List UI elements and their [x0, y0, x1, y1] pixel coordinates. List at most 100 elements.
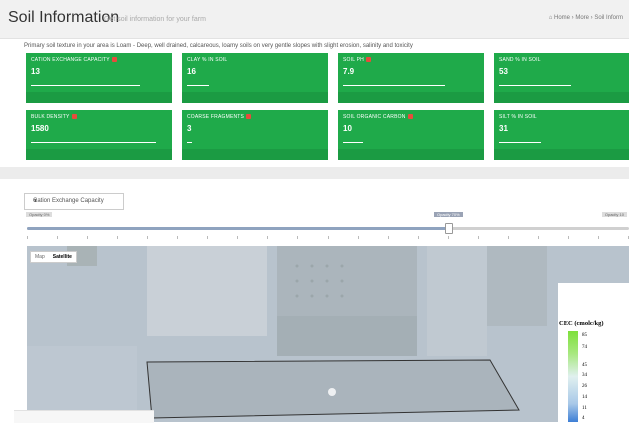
slider-tick: [147, 236, 149, 239]
stat-card-label-text: SOIL PH: [343, 57, 364, 63]
satellite-imagery: [27, 246, 629, 422]
slider-tick: [327, 236, 329, 239]
stat-card-label: SOIL PH: [343, 57, 371, 63]
slider-tick: [447, 236, 449, 239]
stat-card-label-text: SILT % IN SOIL: [499, 114, 537, 120]
field-marker-icon: [328, 388, 336, 396]
question-icon[interactable]: [71, 114, 77, 120]
stat-card-label-text: CLAY % IN SOIL: [187, 57, 228, 63]
opacity-max-label: Opacity 10: [601, 212, 627, 217]
soil-texture-summary: Primary soil texture in your area is Loa…: [24, 43, 413, 49]
stat-card-footer: [26, 92, 172, 103]
legend-tick: 4: [582, 416, 585, 421]
stat-card-progress: [343, 85, 445, 86]
stat-card-label-text: BULK DENSITY: [31, 114, 70, 120]
slider-tick: [357, 236, 359, 239]
stat-card: BULK DENSITY 1580: [26, 110, 172, 160]
stat-card-label: COARSE FRAGMENTS: [187, 114, 252, 120]
stat-card-value: 7.9: [343, 67, 355, 76]
question-icon[interactable]: [365, 57, 371, 63]
slider-tick: [417, 236, 419, 239]
page-title: Soil Information: [8, 9, 120, 26]
slider-tick: [597, 236, 599, 239]
stat-card-label: BULK DENSITY: [31, 114, 77, 120]
page-subtitle: Get soil information for your farm: [104, 16, 206, 23]
breadcrumb[interactable]: ⌂ Home › More › Soil Inform: [549, 15, 623, 21]
stat-card-label: SILT % IN SOIL: [499, 114, 537, 120]
satellite-map[interactable]: Map Satellite: [27, 246, 629, 422]
map-tab-satellite[interactable]: Satellite: [49, 252, 76, 262]
legend-tick: 74: [582, 345, 587, 350]
stat-card-value: 53: [499, 67, 508, 76]
stat-card: SOIL ORGANIC CARBON 10: [338, 110, 484, 160]
stat-card-label-text: CATION EXCHANGE CAPACITY: [31, 57, 110, 63]
opacity-slider-fill: [27, 227, 449, 230]
slider-tick: [267, 236, 269, 239]
slider-tick: [567, 236, 569, 239]
stat-card-label: SOIL ORGANIC CARBON: [343, 114, 413, 120]
legend-title: CEC (cmolc/kg): [559, 320, 604, 327]
question-icon[interactable]: [111, 57, 117, 63]
stat-card-value: 31: [499, 124, 508, 133]
legend-tick: 26: [582, 384, 587, 389]
opacity-current-label: Opacity 70%: [434, 212, 463, 217]
stat-card-value: 16: [187, 67, 196, 76]
stat-card-value: 10: [343, 124, 352, 133]
stat-card-label: CATION EXCHANGE CAPACITY: [31, 57, 117, 63]
opacity-slider-ticks: [27, 236, 629, 242]
page-header: Soil Information Get soil information fo…: [0, 0, 629, 39]
legend-tick: 45: [582, 363, 587, 368]
stat-card: SILT % IN SOIL 31: [494, 110, 629, 160]
slider-tick: [117, 236, 119, 239]
stat-card-label: CLAY % IN SOIL: [187, 57, 227, 63]
stat-card: SOIL PH 7.9: [338, 53, 484, 103]
slider-tick: [537, 236, 539, 239]
stat-card-progress: [187, 85, 209, 86]
stat-card-footer: [182, 149, 328, 160]
stat-card-progress: [187, 142, 192, 143]
stat-card-value: 3: [187, 124, 192, 133]
section-divider: [0, 167, 629, 179]
opacity-slider-track[interactable]: [27, 227, 629, 230]
opacity-min-label: Opacity 0%: [26, 212, 53, 217]
legend-tick: 85: [582, 333, 587, 338]
breadcrumb-text: Home › More › Soil Inform: [553, 15, 623, 21]
question-icon[interactable]: [407, 114, 413, 120]
stat-card-value: 13: [31, 67, 40, 76]
stat-card-footer: [494, 149, 629, 160]
slider-tick: [87, 236, 89, 239]
stat-card-footer: [26, 149, 172, 160]
stat-card-footer: [338, 149, 484, 160]
stat-card-label-text: COARSE FRAGMENTS: [187, 114, 245, 120]
stat-card-footer: [338, 92, 484, 103]
stat-card-label-text: SOIL ORGANIC CARBON: [343, 114, 406, 120]
slider-tick: [237, 236, 239, 239]
slider-tick: [387, 236, 389, 239]
opacity-slider-handle[interactable]: [445, 223, 454, 234]
slider-tick: [177, 236, 179, 239]
slider-tick: [297, 236, 299, 239]
stat-card-label: SAND % IN SOIL: [499, 57, 541, 63]
stat-card: CLAY % IN SOIL 16: [182, 53, 328, 103]
layer-select[interactable]: Cation Exchange Capacity ▼: [24, 193, 124, 210]
legend-tick: 11: [582, 406, 587, 411]
question-icon[interactable]: [246, 114, 252, 120]
cec-legend: CEC (cmolc/kg) 85 74 45 34 26 14 11 4: [558, 283, 629, 422]
slider-tick: [507, 236, 509, 239]
map-type-tabs: Map Satellite: [30, 251, 77, 263]
stat-card: CATION EXCHANGE CAPACITY 13: [26, 53, 172, 103]
stat-card-footer: [182, 92, 328, 103]
legend-tick: 34: [582, 373, 587, 378]
slider-tick: [477, 236, 479, 239]
caret-down-icon: ▼: [33, 198, 38, 204]
stat-card-progress: [499, 142, 541, 143]
stat-card-progress: [343, 142, 363, 143]
stat-card-footer: [494, 92, 629, 103]
stat-card-label-text: SAND % IN SOIL: [499, 57, 541, 63]
slider-tick: [27, 236, 28, 239]
slider-tick: [207, 236, 209, 239]
stat-card-progress: [499, 85, 571, 86]
bottom-panel: [14, 410, 154, 423]
legend-tick: 14: [582, 395, 587, 400]
map-tab-map[interactable]: Map: [31, 252, 49, 262]
